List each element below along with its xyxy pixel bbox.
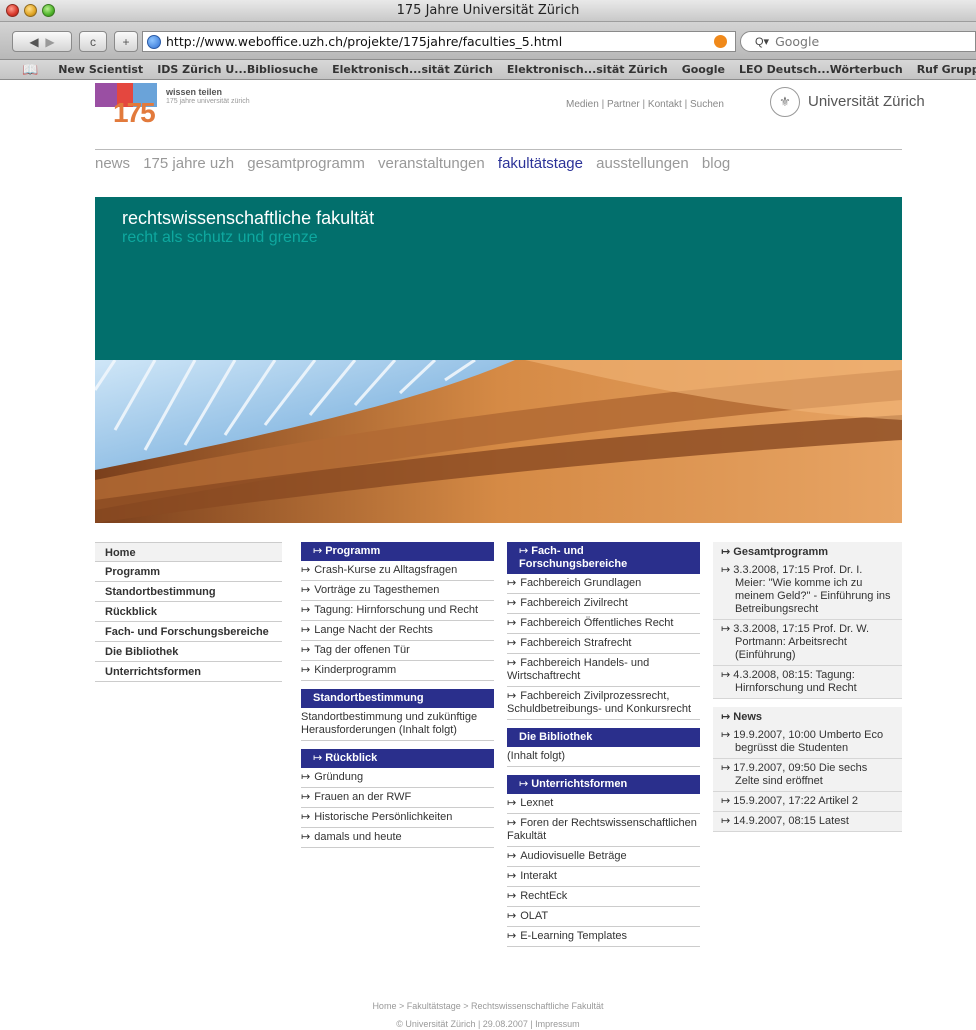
section-header-unterrichtsformen[interactable]: ↦ Unterrichtsformen [507,775,700,794]
section-header-fachbereiche[interactable]: ↦ Fach- und Forschungsbereiche [507,542,700,574]
add-bookmark-button[interactable]: + [114,31,138,52]
programm-link[interactable]: ↦ Kinderprogramm [301,661,494,681]
university-name[interactable]: Universität Zürich [808,93,925,110]
leftnav-fach-forschung[interactable]: Fach- und Forschungsbereiche [95,622,282,642]
rss-icon[interactable] [714,35,727,48]
leftnav-home[interactable]: Home [95,542,282,562]
bookmark-item[interactable]: Google [682,63,725,76]
bookmark-item[interactable]: Elektronisch...sität Zürich [507,63,668,76]
hero-banner: rechtswissenschaftliche fakultät recht a… [95,197,902,360]
nav-gesamtprogramm[interactable]: gesamtprogramm [247,155,365,172]
leftnav-unterrichtsformen[interactable]: Unterrichtsformen [95,662,282,682]
section-header-programm[interactable]: ↦ Programm [301,542,494,561]
university-seal-icon: ⚜ [770,87,800,117]
fachbereich-link[interactable]: ↦ Fachbereich Öffentliches Recht [507,614,700,634]
column-programm: ↦ Programm ↦ Crash-Kurse zu Alltagsfragen … [301,542,494,848]
unterricht-link[interactable]: ↦ OLAT [507,907,700,927]
nav-fakultaetstage[interactable]: fakultätstage [498,155,583,172]
back-forward-buttons[interactable]: ◀ ▶ [12,31,72,52]
nav-news[interactable]: news [95,155,130,172]
search-field[interactable]: Q▾ Google [740,31,976,52]
nav-175-jahre-uzh[interactable]: 175 jahre uzh [143,155,234,172]
rueckblick-link[interactable]: ↦ damals und heute [301,828,494,848]
fachbereich-link[interactable]: ↦ Fachbereich Zivilrecht [507,594,700,614]
hero-title: rechtswissenschaftliche fakultät [122,208,375,228]
column-fachbereiche: ↦ Fach- und Forschungsbereiche ↦ Fachberei… [507,542,700,947]
breadcrumb[interactable]: Home > Fakultätstage > Rechtswissenschaf… [0,1001,976,1011]
browser-toolbar: ◀ ▶ c + http://www.weboffice.uzh.ch/proj… [0,22,976,60]
leftnav-rueckblick[interactable]: Rückblick [95,602,282,622]
address-bar[interactable]: http://www.weboffice.uzh.ch/projekte/175… [142,31,736,52]
section-header-rueckblick[interactable]: ↦ Rückblick [301,749,494,768]
unterricht-link[interactable]: ↦ Interakt [507,867,700,887]
reload-icon: c [90,34,96,49]
nav-veranstaltungen[interactable]: veranstaltungen [378,155,485,172]
web-page: 175 wissen teilen 175 jahre universität … [0,81,976,1030]
rueckblick-link[interactable]: ↦ Frauen an der RWF [301,788,494,808]
top-links[interactable]: Medien | Partner | Kontakt | Suchen [566,99,724,110]
fachbereich-link[interactable]: ↦ Fachbereich Zivilprozessrecht, Schuldbe… [507,687,700,720]
bookmarks-bar: 📖 New Scientist IDS Zürich U...Bibliosuc… [0,60,976,80]
programm-link[interactable]: ↦ Vorträge zu Tagesthemen [301,581,494,601]
leftnav-standortbestimmung[interactable]: Standortbestimmung [95,582,282,602]
programm-link[interactable]: ↦ Tagung: Hirnforschung und Recht [301,601,494,621]
left-navigation: Home Programm Standortbestimmung Rückbli… [95,542,282,682]
bookmark-item[interactable]: IDS Zürich U...Bibliosuche [157,63,318,76]
add-icon: + [122,34,130,49]
unterricht-link[interactable]: ↦ Foren der Rechtswissenschaftlichen Faku… [507,814,700,847]
window-title: 175 Jahre Universität Zürich [396,3,580,18]
news-item[interactable]: ↦ 15.9.2007, 17:22 Artikel 2 [713,792,902,812]
news-item[interactable]: ↦ 17.9.2007, 09:50 Die sechs Zelte sind … [713,759,902,792]
unterricht-link[interactable]: ↦ Audiovisuelle Beträge [507,847,700,867]
reload-button[interactable]: c [79,31,107,52]
unterricht-link[interactable]: ↦ Lexnet [507,794,700,814]
gesamtprogramm-header[interactable]: ↦ Gesamtprogramm [713,542,902,561]
forward-icon[interactable]: ▶ [45,35,54,49]
programm-link[interactable]: ↦ Tag der offenen Tür [301,641,494,661]
search-placeholder[interactable]: Google [775,34,819,49]
hero-subtitle: recht als schutz und grenze [122,229,318,246]
unterricht-link[interactable]: ↦ E-Learning Templates [507,927,700,947]
fachbereich-link[interactable]: ↦ Fachbereich Handels- und Wirtschaftrech… [507,654,700,687]
standort-text: Standortbestimmung und zukünftige Heraus… [301,708,494,741]
bookmark-item[interactable]: LEO Deutsch...Wörterbuch [739,63,903,76]
bookmark-item[interactable]: Ruf Gruppe [917,63,976,76]
news-item[interactable]: ↦ 19.9.2007, 10:00 Umberto Eco begrüsst … [713,726,902,759]
nav-blog[interactable]: blog [702,155,730,172]
main-navigation: news 175 jahre uzh gesamtprogramm verans… [95,155,739,172]
programm-link[interactable]: ↦ Lange Nacht der Rechts [301,621,494,641]
window-titlebar: 175 Jahre Universität Zürich [0,0,976,22]
event-item[interactable]: ↦ 3.3.2008, 17:15 Prof. Dr. W. Portmann:… [713,620,902,666]
event-item[interactable]: ↦ 4.3.2008, 08:15: Tagung: Hirnforschung… [713,666,902,699]
news-item[interactable]: ↦ 14.9.2007, 08:15 Latest [713,812,902,832]
bookmark-item[interactable]: New Scientist [58,63,143,76]
url-text[interactable]: http://www.weboffice.uzh.ch/projekte/175… [166,34,562,49]
fachbereich-link[interactable]: ↦ Fachbereich Strafrecht [507,634,700,654]
event-item[interactable]: ↦ 3.3.2008, 17:15 Prof. Dr. I. Meier: "W… [713,561,902,620]
rueckblick-link[interactable]: ↦ Gründung [301,768,494,788]
sidebar-events: ↦ Gesamtprogramm ↦ 3.3.2008, 17:15 Prof.… [713,542,902,832]
bookmarks-book-icon[interactable]: 📖 [22,62,38,78]
divider [95,149,902,150]
section-header-standortbestimmung[interactable]: Standortbestimmung [301,689,494,708]
leftnav-bibliothek[interactable]: Die Bibliothek [95,642,282,662]
bibliothek-text: (Inhalt folgt) [507,747,700,767]
uzh-175-logo[interactable]: 175 [95,83,161,127]
unterricht-link[interactable]: ↦ RechtEck [507,887,700,907]
rueckblick-link[interactable]: ↦ Historische Persönlichkeiten [301,808,494,828]
fachbereich-link[interactable]: ↦ Fachbereich Grundlagen [507,574,700,594]
bookmark-item[interactable]: Elektronisch...sität Zürich [332,63,493,76]
footer-copyright[interactable]: © Universität Zürich | 29.08.2007 | Impr… [0,1019,976,1029]
back-icon[interactable]: ◀ [29,35,38,49]
logo-tagline: wissen teilen 175 jahre universität züri… [166,87,250,105]
nav-ausstellungen[interactable]: ausstellungen [596,155,689,172]
section-header-bibliothek[interactable]: Die Bibliothek [507,728,700,747]
leftnav-programm[interactable]: Programm [95,562,282,582]
search-icon: Q▾ [755,36,770,48]
programm-link[interactable]: ↦ Crash-Kurse zu Alltagsfragen [301,561,494,581]
globe-icon [147,34,161,49]
architecture-photo [95,360,902,523]
news-header[interactable]: ↦ News [713,707,902,726]
